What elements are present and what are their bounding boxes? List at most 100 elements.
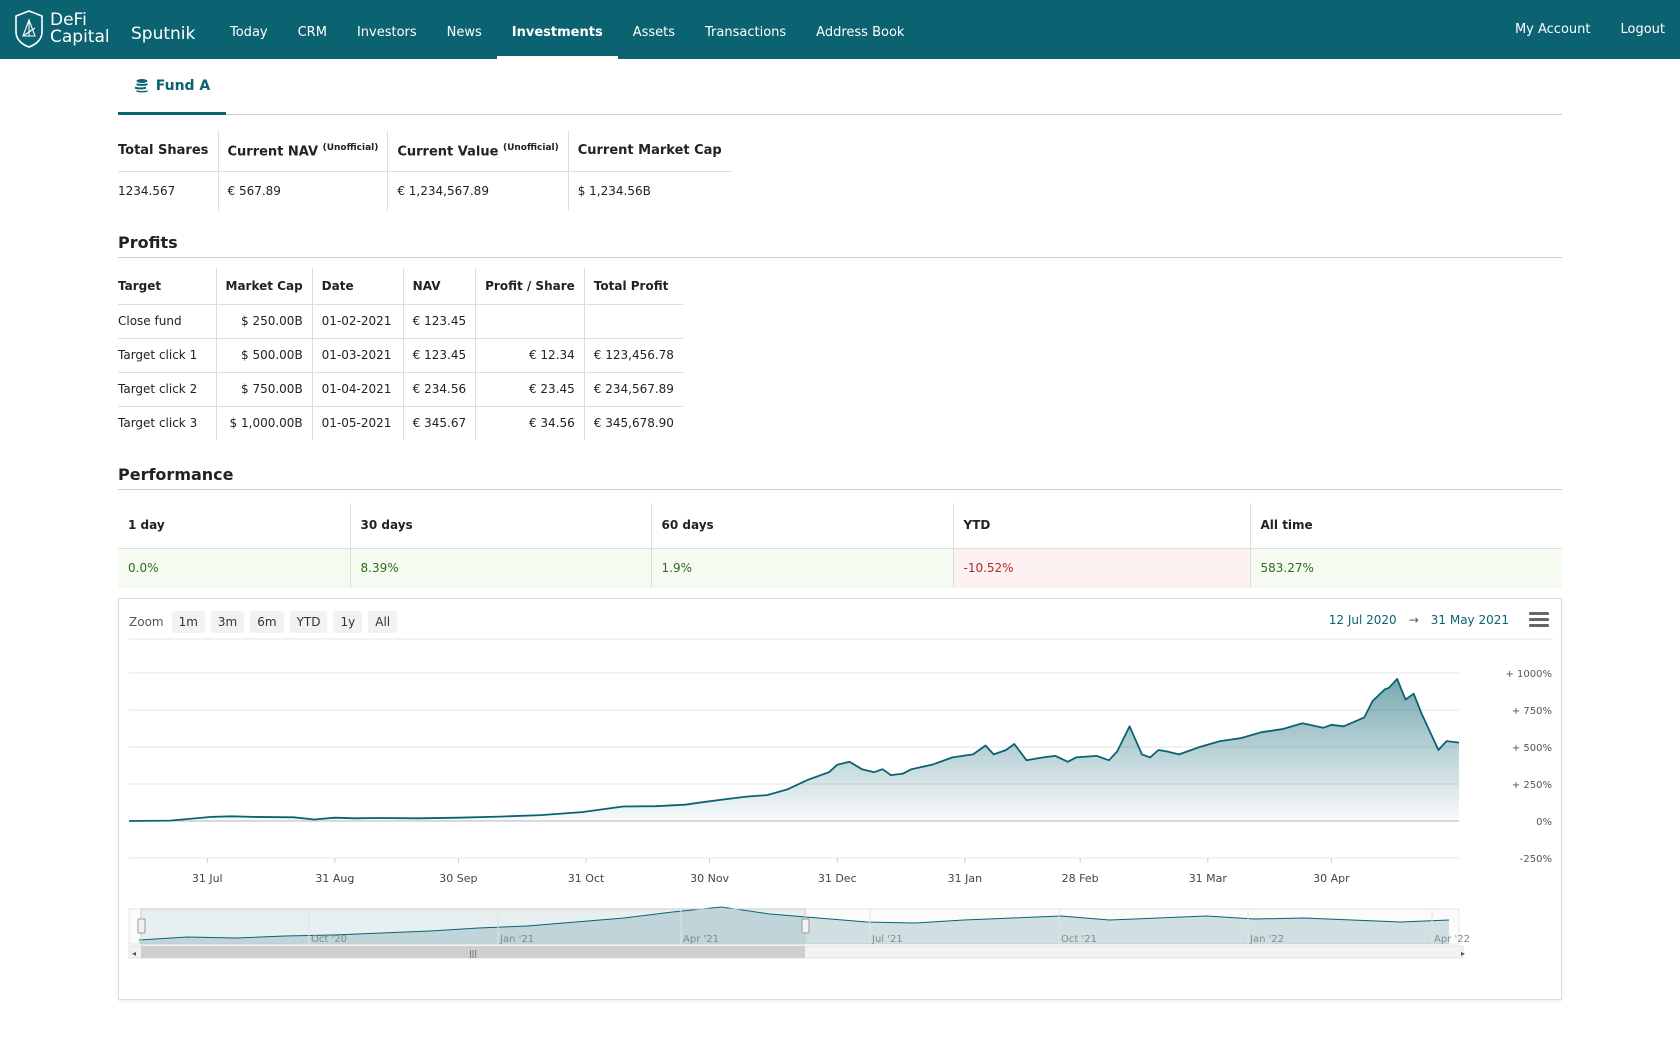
navigator-tick-label: Oct '21 — [1061, 934, 1097, 945]
cell-target: Close fund — [118, 303, 217, 338]
cell-profit-share: € 12.34 — [475, 337, 585, 372]
x-tick-label: 31 Mar — [1189, 872, 1228, 885]
cell-market-cap: $ 1,000.00B — [216, 405, 313, 440]
coins-icon — [134, 79, 148, 93]
range-from-input[interactable]: 12 Jul 2020 — [1329, 613, 1397, 627]
nav-today[interactable]: Today — [215, 0, 283, 59]
profits-header-row: Target Market Cap Date NAV Profit / Shar… — [118, 268, 683, 304]
cell-market-cap: $ 250.00B — [216, 303, 313, 338]
zoom-1m-button[interactable]: 1m — [171, 611, 205, 633]
current-nav-value: € 567.89 — [218, 170, 389, 211]
x-tick-label: 31 Jan — [948, 872, 982, 885]
zoom-label: Zoom — [129, 615, 164, 629]
cell-total-profit: € 345,678.90 — [584, 405, 683, 440]
cell-profit-share: € 34.56 — [475, 405, 585, 440]
x-tick-label: 30 Sep — [439, 872, 477, 885]
perf-header-30-days: 30 days — [350, 503, 652, 549]
table-row: Close fund $ 250.00B 01-02-2021 € 123.45 — [118, 303, 683, 338]
range-to-input[interactable]: 31 May 2021 — [1431, 613, 1509, 627]
table-row: Target click 1 $ 500.00B 01-03-2021 € 12… — [118, 337, 683, 372]
cell-market-cap: $ 750.00B — [216, 371, 313, 406]
y-tick-label: + 250% — [1512, 780, 1552, 791]
cell-date: 01-04-2021 — [312, 371, 404, 406]
nav-my-account[interactable]: My Account — [1500, 0, 1606, 59]
table-row: Target click 3 $ 1,000.00B 01-05-2021 € … — [118, 405, 683, 440]
navigator-tick-label: Jul '21 — [871, 934, 903, 945]
x-tick-label: 28 Feb — [1062, 872, 1099, 885]
perf-value-30-days: 8.39% — [350, 548, 652, 588]
y-tick-label: -250% — [1520, 854, 1552, 865]
main-content: Fund A Total Shares Current NAV (Unoffic… — [118, 59, 1562, 588]
perf-value-60-days: 1.9% — [651, 548, 954, 588]
performance-table: 1 day 30 days 60 days YTD All time 0.0% … — [118, 503, 1562, 588]
tab-fund-a-label: Fund A — [155, 77, 211, 94]
scroll-right-icon[interactable]: ▸ — [1461, 949, 1465, 958]
navigator-handle[interactable] — [801, 918, 810, 934]
nav-transactions[interactable]: Transactions — [690, 0, 801, 59]
header-total-shares: Total Shares — [118, 131, 219, 171]
perf-header-1-day: 1 day — [118, 503, 351, 549]
hamburger-icon[interactable] — [1529, 612, 1549, 628]
col-target: Target — [118, 268, 217, 304]
arrow-right-icon: → — [1408, 613, 1419, 627]
x-tick-label: 31 Oct — [568, 872, 605, 885]
unofficial-note: (Unofficial) — [502, 142, 559, 153]
cell-target: Target click 1 — [118, 337, 217, 372]
total-shares-value: 1234.567 — [118, 170, 219, 211]
performance-chart[interactable]: + 1000% + 750% + 500% + 250% 0% -250% 31 Jul 31… — [119, 599, 1563, 1001]
col-market-cap: Market Cap — [216, 268, 313, 304]
perf-header-all-time: All time — [1250, 503, 1562, 549]
navigator-tick-label: Apr '22 — [1434, 934, 1470, 945]
brand[interactable]: DeFi Capital — [14, 9, 110, 49]
perf-header-60-days: 60 days — [651, 503, 954, 549]
app-name: Sputnik — [131, 24, 196, 44]
header-current-value: Current Value (Unofficial) — [387, 131, 569, 171]
scrollbar-grip-icon: ||| — [469, 949, 477, 958]
series-area — [129, 678, 1459, 821]
zoom-1y-button[interactable]: 1y — [333, 611, 363, 633]
fund-tabs: Fund A — [118, 59, 1562, 115]
cell-profit-share — [475, 303, 585, 338]
perf-value-ytd: -10.52% — [953, 548, 1251, 588]
performance-chart-panel: + 1000% + 750% + 500% + 250% 0% -250% 31 Jul 31… — [118, 598, 1562, 1000]
header-current-nav: Current NAV (Unofficial) — [218, 131, 389, 171]
perf-header-ytd: YTD — [953, 503, 1251, 549]
perf-value-all-time: 583.27% — [1250, 548, 1562, 588]
zoom-6m-button[interactable]: 6m — [250, 611, 284, 633]
cell-nav: € 345.67 — [403, 405, 477, 440]
cell-date: 01-05-2021 — [312, 405, 404, 440]
scroll-left-icon[interactable]: ◂ — [132, 949, 136, 958]
date-range: 12 Jul 2020 → 31 May 2021 — [1329, 613, 1509, 627]
x-tick-label: 31 Jul — [192, 872, 223, 885]
y-tick-label: + 1000% — [1505, 669, 1552, 680]
y-tick-label: 0% — [1536, 817, 1552, 828]
y-tick-label: + 500% — [1512, 743, 1552, 754]
nav-assets[interactable]: Assets — [618, 0, 690, 59]
unofficial-note: (Unofficial) — [322, 142, 379, 153]
x-tick-label: 31 Dec — [818, 872, 857, 885]
nav-logout[interactable]: Logout — [1605, 0, 1680, 59]
cell-market-cap: $ 500.00B — [216, 337, 313, 372]
x-tick-label: 30 Nov — [690, 872, 729, 885]
current-value-value: € 1,234,567.89 — [387, 170, 569, 211]
navigator-tick-label: Apr '21 — [683, 934, 719, 945]
nav-crm[interactable]: CRM — [283, 0, 342, 59]
nav-investments[interactable]: Investments — [496, 0, 618, 59]
zoom-all-button[interactable]: All — [368, 611, 398, 633]
profits-table: Target Market Cap Date NAV Profit / Shar… — [118, 268, 683, 440]
brand-line2: Capital — [50, 27, 110, 47]
defi-capital-logo-icon — [15, 10, 43, 48]
current-market-cap-value: $ 1,234.56B — [568, 170, 731, 211]
tab-fund-a[interactable]: Fund A — [118, 59, 226, 115]
nav-address-book[interactable]: Address Book — [801, 0, 919, 59]
navigator-tick-label: Jan '21 — [499, 934, 534, 945]
zoom-bar: Zoom 1m 3m 6m YTD 1y All — [129, 611, 403, 633]
zoom-ytd-button[interactable]: YTD — [289, 611, 328, 633]
zoom-3m-button[interactable]: 3m — [210, 611, 245, 633]
account-nav: My Account Logout — [1500, 0, 1680, 59]
navigator-handle[interactable] — [137, 918, 146, 934]
nav-news[interactable]: News — [432, 0, 497, 59]
cell-nav: € 123.45 — [403, 337, 477, 372]
cell-date: 01-02-2021 — [312, 303, 404, 338]
nav-investors[interactable]: Investors — [342, 0, 432, 59]
